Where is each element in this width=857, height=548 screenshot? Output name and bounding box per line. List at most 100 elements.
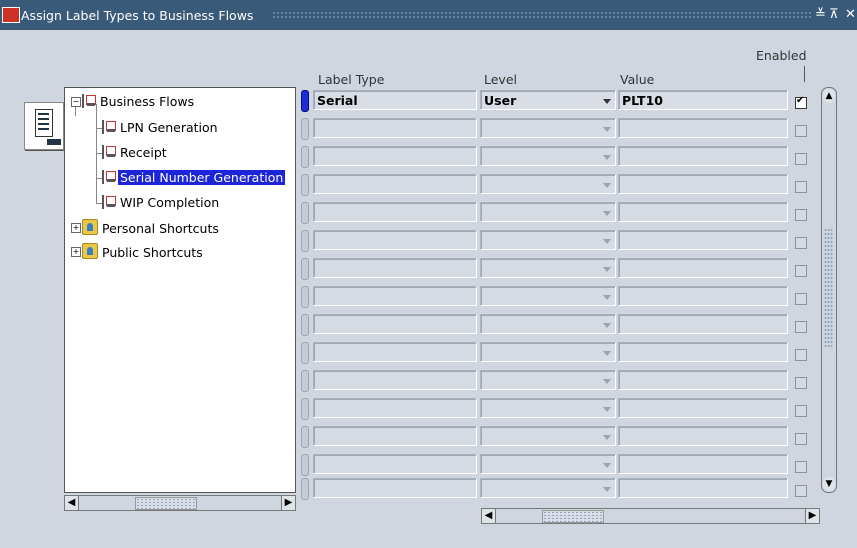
enabled-checkbox[interactable] [795,237,807,249]
chevron-down-icon[interactable] [603,239,611,244]
chevron-down-icon[interactable] [603,351,611,356]
level-select[interactable] [480,314,616,334]
level-select[interactable] [480,146,616,166]
enabled-checkbox[interactable] [795,485,807,497]
value-field[interactable] [618,174,788,194]
label-type-field[interactable] [313,118,477,138]
enabled-checkbox[interactable] [795,181,807,193]
record-indicator[interactable] [301,314,309,336]
chevron-down-icon[interactable] [603,99,611,104]
chevron-down-icon[interactable] [603,267,611,272]
value-field[interactable]: PLT10 [618,90,788,110]
value-field[interactable] [618,258,788,278]
close-button[interactable]: ✕ [845,7,856,22]
grid-horizontal-scrollbar[interactable]: ◀ ▶ [481,508,820,524]
chevron-down-icon[interactable] [603,323,611,328]
enabled-checkbox[interactable] [795,265,807,277]
label-type-field[interactable] [313,398,477,418]
chevron-down-icon[interactable] [603,295,611,300]
label-type-field[interactable] [313,426,477,446]
level-select[interactable] [480,478,616,498]
value-field[interactable] [618,314,788,334]
enabled-checkbox[interactable] [795,293,807,305]
enabled-checkbox[interactable] [795,209,807,221]
chevron-down-icon[interactable] [603,127,611,132]
label-type-field[interactable] [313,314,477,334]
enabled-checkbox[interactable] [795,321,807,333]
window-titlebar[interactable]: Assign Label Types to Business Flows ≚ ⊼… [0,0,857,30]
enabled-checkbox[interactable] [795,433,807,445]
grid-vertical-scrollbar[interactable]: ▲ ▼ [821,87,837,493]
enabled-checkbox[interactable] [795,377,807,389]
record-indicator[interactable] [301,230,309,252]
label-type-field[interactable] [313,454,477,474]
label-type-field[interactable] [313,478,477,498]
value-field[interactable] [618,342,788,362]
level-select[interactable] [480,342,616,362]
label-type-field[interactable] [313,286,477,306]
chevron-down-icon[interactable] [603,155,611,160]
label-type-field[interactable]: Serial [313,90,477,110]
record-indicator[interactable] [301,118,309,140]
value-field[interactable] [618,230,788,250]
record-indicator[interactable] [301,258,309,280]
enabled-checkbox[interactable] [795,349,807,361]
label-type-field[interactable] [313,230,477,250]
label-type-field[interactable] [313,146,477,166]
record-indicator[interactable] [301,286,309,308]
level-select[interactable] [480,286,616,306]
level-select[interactable] [480,426,616,446]
value-field[interactable] [618,398,788,418]
chevron-down-icon[interactable] [603,435,611,440]
value-field[interactable] [618,286,788,306]
chevron-down-icon[interactable] [603,487,611,492]
chevron-down-icon[interactable] [603,183,611,188]
enabled-checkbox[interactable] [795,461,807,473]
value-field[interactable] [618,202,788,222]
value-field[interactable] [618,118,788,138]
level-select[interactable] [480,370,616,390]
value-field[interactable] [618,426,788,446]
enabled-checkbox[interactable] [795,95,807,109]
record-indicator[interactable] [301,342,309,364]
record-indicator[interactable] [301,174,309,196]
current-record-indicator[interactable] [301,90,309,112]
enabled-checkbox[interactable] [795,125,807,137]
level-select[interactable] [480,174,616,194]
level-select[interactable]: User [480,90,616,110]
label-type-field[interactable] [313,202,477,222]
value-field[interactable] [618,454,788,474]
scroll-thumb[interactable] [542,510,604,523]
level-select[interactable] [480,230,616,250]
maximize-button[interactable]: ⊼ [829,7,839,22]
level-select[interactable] [480,202,616,222]
record-indicator[interactable] [301,426,309,448]
scroll-right-arrow-icon[interactable]: ▶ [805,509,819,523]
chevron-down-icon[interactable] [603,463,611,468]
enabled-checkbox[interactable] [795,405,807,417]
value-field[interactable] [618,478,788,498]
level-select[interactable] [480,454,616,474]
label-type-field[interactable] [313,174,477,194]
chevron-down-icon[interactable] [603,407,611,412]
record-indicator[interactable] [301,454,309,476]
level-select[interactable] [480,398,616,418]
scroll-left-arrow-icon[interactable]: ◀ [482,509,496,523]
record-indicator[interactable] [301,398,309,420]
value-field[interactable] [618,370,788,390]
enabled-checkbox[interactable] [795,153,807,165]
scroll-down-arrow-icon[interactable]: ▼ [823,477,835,491]
record-indicator[interactable] [301,370,309,392]
label-type-field[interactable] [313,342,477,362]
chevron-down-icon[interactable] [603,211,611,216]
scroll-up-arrow-icon[interactable]: ▲ [823,89,835,103]
record-indicator[interactable] [301,146,309,168]
label-type-field[interactable] [313,370,477,390]
scroll-thumb[interactable] [824,228,833,348]
chevron-down-icon[interactable] [603,379,611,384]
record-indicator[interactable] [301,202,309,224]
value-field[interactable] [618,146,788,166]
label-type-field[interactable] [313,258,477,278]
record-indicator[interactable] [301,478,309,500]
level-select[interactable] [480,118,616,138]
